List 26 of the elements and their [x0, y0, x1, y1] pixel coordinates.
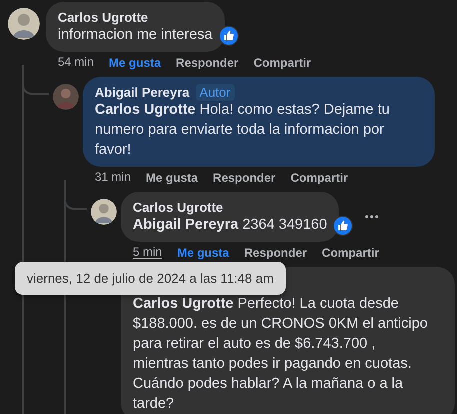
like-icon[interactable]: [333, 216, 354, 236]
reply-link[interactable]: Responder: [213, 171, 276, 185]
comment-text: Abigail Pereyra 2364 349160: [133, 216, 328, 235]
like-icon[interactable]: [218, 26, 239, 46]
comment-text: Carlos Ugrotte Hola! como estas? Dejame tu numero para enviarte toda la informacion por favor!: [95, 101, 391, 160]
more-icon[interactable]: [365, 215, 380, 219]
author-badge: Autor: [196, 84, 235, 100]
comment-time[interactable]: 5 min: [133, 246, 162, 258]
author-name[interactable]: Carlos Ugrotte: [133, 200, 224, 214]
share-link[interactable]: Compartir: [322, 246, 380, 260]
avatar[interactable]: [91, 199, 117, 225]
like-link[interactable]: Me gusta: [146, 171, 198, 185]
date-tooltip: viernes, 12 de julio de 2024 a las 11:48 am: [15, 262, 286, 295]
like-link[interactable]: Me gusta: [177, 246, 230, 260]
reply-link[interactable]: Responder: [244, 246, 308, 260]
author-name[interactable]: Abigail Pereyra: [95, 84, 190, 100]
like-link[interactable]: Me gusta: [109, 56, 162, 70]
reply-link[interactable]: Responder: [176, 56, 239, 70]
comment-text: Carlos Ugrotte Perfecto! La cuota desde $188.000. es de un CRONOS 0KM el anticipo para retirar el auto es de $6.743.700 , mientras tanto podes ir pagando en cuotas. Cuándo podes hablar? A la mañana o a la tarde?: [133, 295, 429, 414]
share-link[interactable]: Compartir: [254, 56, 312, 70]
author-name[interactable]: Carlos Ugrotte: [58, 10, 148, 24]
avatar[interactable]: [8, 8, 40, 40]
comment-text: informacion me interesa: [58, 26, 213, 45]
comment-time[interactable]: 31 min: [95, 170, 132, 184]
comment-time[interactable]: 54 min: [58, 56, 94, 68]
share-link[interactable]: Compartir: [290, 171, 348, 185]
